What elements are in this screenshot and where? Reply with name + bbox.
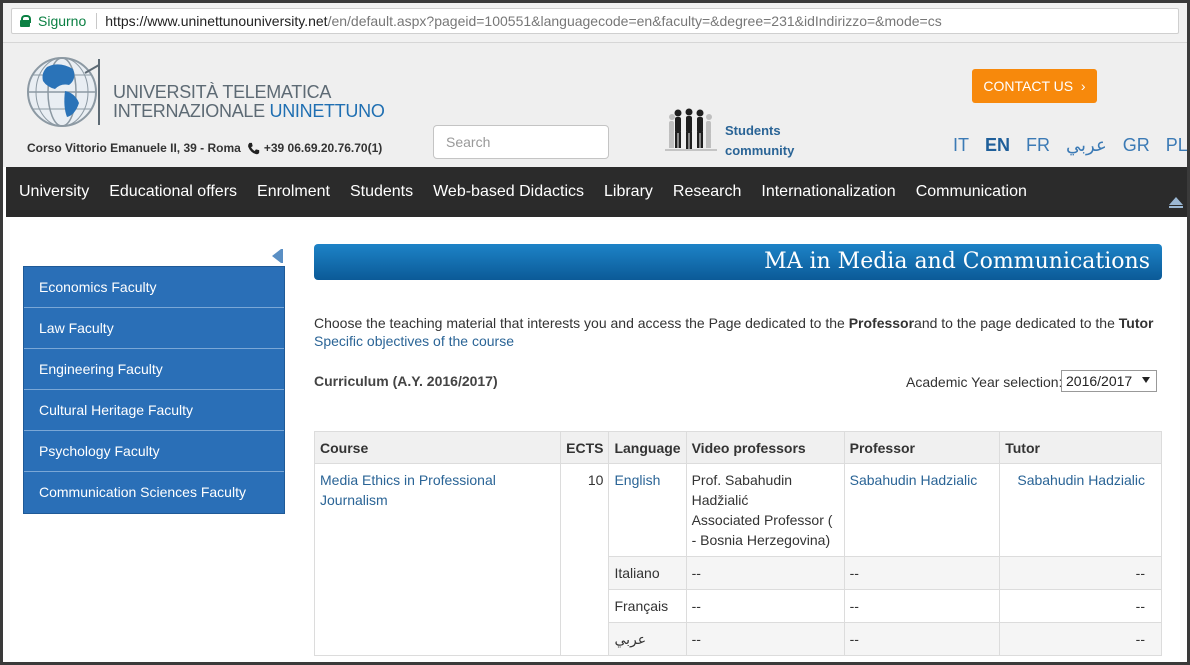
logo-line-1: UNIVERSITÀ TELEMATICA	[113, 82, 332, 102]
language-francais: Français	[608, 589, 687, 623]
nav-internationalization[interactable]: Internationalization	[751, 183, 905, 201]
browser-window: Sigurno https://www.uninettunouniversity…	[0, 0, 1190, 665]
header-course: Course	[313, 431, 562, 464]
video-professor-empty: --	[685, 589, 845, 623]
lang-pl[interactable]: PL	[1166, 135, 1187, 156]
header-tutor: Tutor	[999, 431, 1162, 464]
sidebar-item-communication-sciences[interactable]: Communication Sciences Faculty	[24, 472, 284, 513]
table-header-row: Course ECTS Language Video professors Pr…	[313, 431, 1162, 464]
sidebar-item-engineering[interactable]: Engineering Faculty	[24, 349, 284, 390]
language-italiano: Italiano	[608, 556, 687, 590]
main-nav: University Educational offers Enrolment …	[6, 167, 1187, 217]
browser-toolbar: Sigurno https://www.uninettunouniversity…	[3, 3, 1187, 43]
course-ects: 10	[560, 463, 610, 656]
academic-year-select[interactable]: 2016/2017	[1061, 370, 1157, 392]
university-logo-text[interactable]: UNIVERSITÀ TELEMATICA INTERNAZIONALE UNI…	[113, 83, 385, 121]
lock-icon	[20, 15, 31, 27]
header-professor: Professor	[843, 431, 1001, 464]
faculty-sidebar: Economics Faculty Law Faculty Engineerin…	[23, 266, 285, 514]
tutor-link[interactable]: Sabahudin Hadzialic	[999, 463, 1162, 557]
url-path: /en/default.aspx?pageid=100551&languagec…	[327, 13, 942, 29]
table-row: Media Ethics in Professional Journalism …	[313, 463, 1162, 656]
nav-research[interactable]: Research	[663, 183, 751, 201]
header-video-professors: Video professors	[685, 431, 845, 464]
nav-university[interactable]: University	[6, 183, 99, 201]
video-professor-empty: --	[685, 556, 845, 590]
video-professor-role: Associated Professor ( - Bosnia Herzegov…	[691, 512, 833, 548]
site-header: UNIVERSITÀ TELEMATICA INTERNAZIONALE UNI…	[3, 43, 1187, 167]
professor-empty: --	[843, 589, 1001, 623]
phone-number: +39 06.69.20.76.70(1)	[263, 141, 383, 155]
phone-icon	[247, 142, 260, 154]
video-professor-cell: Prof. Sabahudin Hadžialić Associated Pro…	[685, 463, 845, 557]
nav-students[interactable]: Students	[340, 183, 423, 201]
logo-line-2-a: INTERNAZIONALE	[113, 101, 270, 121]
intro-tutor: Tutor	[1118, 315, 1154, 331]
intro-professor: Professor	[848, 315, 915, 331]
contact-address: Corso Vittorio Emanuele II, 39 - Roma +3…	[27, 141, 382, 155]
header-ects: ECTS	[560, 431, 610, 464]
course-name-link[interactable]: Media Ethics in Professional Journalism	[313, 463, 562, 656]
professor-empty: --	[843, 556, 1001, 590]
sidebar-item-psychology[interactable]: Psychology Faculty	[24, 431, 284, 472]
language-link-english[interactable]: English	[608, 463, 687, 557]
lang-gr[interactable]: GR	[1123, 135, 1150, 156]
language-switcher: IT EN FR عربي GR PL	[953, 135, 1187, 156]
academic-year-label: Academic Year selection:	[906, 374, 1063, 390]
sidebar-item-law[interactable]: Law Faculty	[24, 308, 284, 349]
lang-it[interactable]: IT	[953, 135, 969, 156]
contact-us-button[interactable]: CONTACT US ›	[972, 69, 1097, 103]
lang-ar[interactable]: عربي	[1066, 135, 1107, 156]
video-professor-name: Prof. Sabahudin Hadžialić	[691, 472, 792, 508]
globe-logo-icon[interactable]	[25, 55, 103, 129]
students-community-link[interactable]: Students community	[725, 121, 794, 161]
contact-us-label: CONTACT US	[983, 78, 1074, 94]
intro-text: Choose the teaching material that intere…	[314, 313, 1154, 333]
intro-part-c: and to the page dedicated to the	[914, 315, 1119, 331]
academic-year-value: 2016/2017	[1066, 373, 1133, 389]
language-arabic: عربي	[608, 622, 687, 656]
logo-line-2: INTERNAZIONALE UNINETTUNO	[113, 102, 385, 121]
intro-part-a: Choose the teaching material that intere…	[314, 315, 849, 331]
chevron-right-icon: ›	[1080, 78, 1086, 94]
sidebar-item-cultural-heritage[interactable]: Cultural Heritage Faculty	[24, 390, 284, 431]
professor-empty: --	[843, 622, 1001, 656]
secure-label: Sigurno	[38, 13, 87, 29]
students-line-1: Students	[725, 123, 781, 138]
header-language: Language	[608, 431, 687, 464]
page-title: MA in Media and Communications	[314, 244, 1162, 280]
lang-en[interactable]: EN	[985, 135, 1010, 156]
logo-line-2-b: UNINETTUNO	[269, 101, 385, 121]
street-address: Corso Vittorio Emanuele II, 39 - Roma	[27, 141, 241, 155]
nav-communication[interactable]: Communication	[906, 183, 1037, 201]
nav-library[interactable]: Library	[594, 183, 663, 201]
search-input[interactable]: Search	[433, 125, 609, 159]
chevron-down-icon	[1142, 377, 1150, 383]
curriculum-table: Course ECTS Language Video professors Pr…	[313, 431, 1162, 656]
collapse-sidebar-icon[interactable]	[271, 249, 283, 263]
sidebar-item-economics[interactable]: Economics Faculty	[24, 267, 284, 308]
nav-educational-offers[interactable]: Educational offers	[99, 183, 247, 201]
curriculum-heading: Curriculum (A.Y. 2016/2017)	[314, 373, 498, 389]
address-separator	[96, 13, 98, 29]
video-professor-empty: --	[685, 622, 845, 656]
nav-enrolment[interactable]: Enrolment	[247, 183, 340, 201]
students-community-icon[interactable]	[665, 107, 717, 153]
professor-link[interactable]: Sabahudin Hadzialic	[843, 463, 1001, 557]
url-host: https://www.uninettunouniversity.net	[105, 13, 328, 29]
tutor-empty: --	[999, 622, 1162, 656]
eject-icon[interactable]	[1169, 197, 1183, 208]
nav-web-based-didactics[interactable]: Web-based Didactics	[423, 183, 594, 201]
course-objectives-link[interactable]: Specific objectives of the course	[314, 333, 514, 349]
lang-fr[interactable]: FR	[1026, 135, 1050, 156]
tutor-empty: --	[999, 556, 1162, 590]
address-bar[interactable]: Sigurno https://www.uninettunouniversity…	[11, 8, 1179, 34]
tutor-empty: --	[999, 589, 1162, 623]
students-line-2: community	[725, 143, 795, 158]
